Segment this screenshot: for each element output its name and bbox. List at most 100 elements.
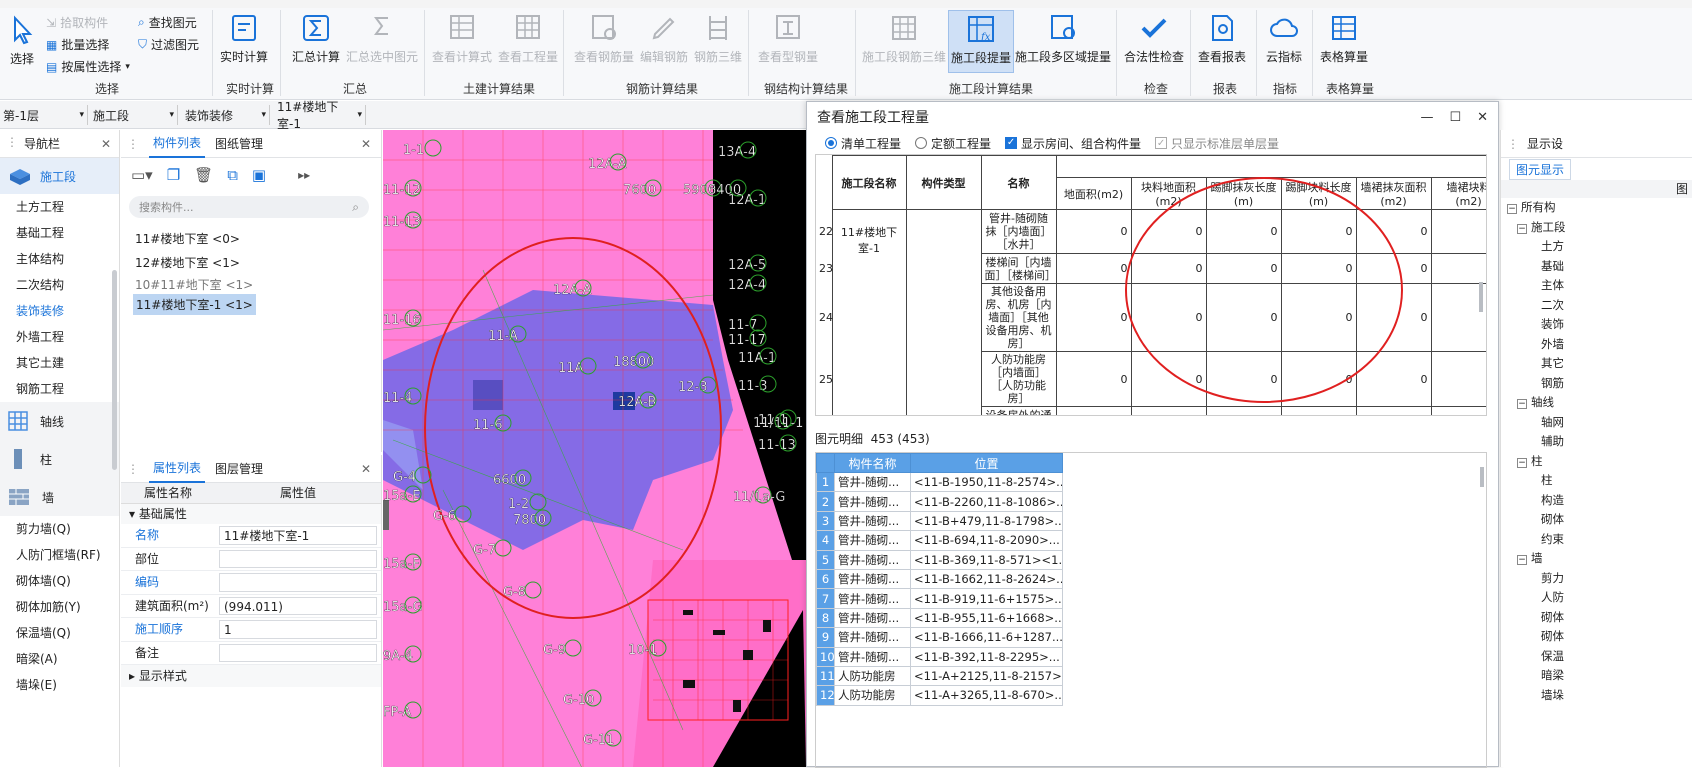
segment-quantity-button[interactable]: fx 施工段提量 [948, 10, 1015, 73]
nav-item-foundation[interactable]: 基础工程 [0, 220, 119, 246]
tree-item[interactable]: 轴网 [1507, 413, 1692, 433]
detail-row[interactable]: 8 管井-随砌... <11-B-955,11-6+1668>... [816, 607, 1063, 629]
close-icon[interactable]: ✕ [1477, 110, 1488, 125]
collapse-icon[interactable]: − [1517, 223, 1527, 234]
nav-item-other-civil[interactable]: 其它土建 [0, 350, 119, 376]
tab-component-list[interactable]: 构件列表 [149, 129, 206, 158]
detail-row[interactable]: 2 管井-随砌... <11-B-2260,11-8-1086>... [816, 491, 1063, 512]
close-icon[interactable]: ✕ [361, 137, 371, 151]
detail-row[interactable]: 4 管井-随砌... <11-B-694,11-8-2090>... [816, 530, 1063, 551]
view-formula-button[interactable]: 查看计算式 [432, 12, 492, 65]
filter-element-button[interactable]: ⛉ 过滤图元 [138, 36, 199, 53]
close-icon[interactable]: ✕ [361, 462, 371, 476]
edit-rebar-button[interactable]: 编辑钢筋 [640, 12, 688, 65]
list-item-selected[interactable]: 11#楼地下室-1 <1> [133, 294, 256, 315]
nav-item-earthwork[interactable]: 土方工程 [0, 194, 119, 220]
rebar-3d-button[interactable]: 钢筋三维 [694, 12, 742, 65]
tree-item[interactable]: 剪力 [1507, 569, 1692, 589]
layer-icon[interactable]: ▣ [252, 166, 266, 184]
tree-item[interactable]: 砌体 [1507, 608, 1692, 628]
tree-item[interactable]: 人防 [1507, 588, 1692, 608]
view-steel-button[interactable]: 查看型钢量 [758, 12, 818, 65]
category-dropdown[interactable]: 施工段 ▾ [90, 105, 178, 125]
select-button[interactable]: 选择 [6, 14, 38, 67]
detail-row[interactable]: 1 管井-随砌... <11-B-1950,11-8-2574>... [816, 471, 1063, 493]
nav-item-wall-pier[interactable]: 墙垛(E) [0, 672, 119, 698]
nav-item-rebar[interactable]: 钢筋工程 [0, 376, 119, 402]
section-basic[interactable]: ▾ 基础属性 [121, 504, 381, 524]
segment-multi-area-button[interactable]: 施工段多区域提量 [1015, 12, 1111, 65]
floor-dropdown[interactable]: 第-1层 ▾ [0, 105, 88, 125]
delete-icon[interactable]: 🗑 [194, 166, 213, 184]
nav-item-axis[interactable]: 轴线 [0, 402, 119, 440]
batch-select-button[interactable]: ▦ 批量选择 [46, 36, 109, 53]
tab-property-list[interactable]: 属性列表 [149, 454, 206, 483]
collapse-icon[interactable]: − [1517, 555, 1527, 565]
nav-item-main-structure[interactable]: 主体结构 [0, 246, 119, 272]
view-rebar-button[interactable]: 查看钢筋量 [574, 12, 634, 65]
cloud-index-button[interactable]: 云指标 [1266, 12, 1302, 65]
tree-item[interactable]: − 墙 [1507, 549, 1692, 569]
drawing-canvas[interactable]: 1-1 13A-4 12A-1 12A-A 7600 5900 6400 11-12 11-13… [383, 130, 806, 767]
nav-item-masonry-wall[interactable]: 砌体墙(Q) [0, 568, 119, 594]
detail-row[interactable]: 11 人防功能房 <11-A+2125,11-8-2157> [816, 665, 1063, 687]
view-report-button[interactable]: 查看报表 [1198, 12, 1246, 65]
tree-item[interactable]: 钢筋 [1507, 374, 1692, 394]
component-search[interactable]: 搜索构件... ⌕ [129, 196, 369, 218]
nav-item-exterior-wall[interactable]: 外墙工程 [0, 324, 119, 350]
nav-item-wall[interactable]: 墙 [0, 478, 119, 516]
more-icon[interactable]: ▸▸ [298, 168, 310, 182]
pick-component-button[interactable]: ⇲ 拾取构件 [46, 14, 108, 31]
property-value-field[interactable]: 11#楼地下室-1 [219, 526, 377, 545]
tree-item[interactable]: 其它 [1507, 354, 1692, 374]
nav-item-decoration[interactable]: 装饰装修 [0, 298, 119, 324]
select-by-attr-button[interactable]: ▤ 按属性选择 ▾ [46, 58, 130, 75]
floor-plan-drawing[interactable]: 1-1 13A-412A-112A-A7600 5900640011-1211-13… [383, 130, 806, 767]
table-calc-button[interactable]: 表格算量 [1320, 12, 1368, 65]
detail-row[interactable]: 9 管井-随砌... <11-B-1666,11-6+1287... [816, 627, 1063, 648]
list-item[interactable]: 11#楼地下室 <0> [135, 230, 240, 247]
tree-item[interactable]: 外墙 [1507, 335, 1692, 355]
nav-item-hidden-beam[interactable]: 暗梁(A) [0, 646, 119, 672]
tab-drawing-management[interactable]: 图纸管理 [215, 135, 263, 152]
segment-rebar-3d-button[interactable]: 施工段钢筋三维 [862, 12, 946, 65]
section-display[interactable]: ▸ 显示样式 [121, 665, 381, 687]
detail-row[interactable]: 12 人防功能房 <11-A+3265,11-8-670>... [816, 685, 1063, 706]
nav-item-secondary[interactable]: 二次结构 [0, 272, 119, 298]
canvas-collapse-handle[interactable] [383, 500, 389, 530]
find-element-button[interactable]: ⌕ 查找图元 [138, 14, 197, 31]
tree-item[interactable]: 暗梁 [1507, 666, 1692, 686]
nav-item-insulation-wall[interactable]: 保温墙(Q) [0, 620, 119, 646]
tree-item[interactable]: − 施工段 [1507, 218, 1692, 238]
collapse-icon[interactable]: − [1517, 457, 1527, 468]
tree-item[interactable]: 砌体 [1507, 627, 1692, 647]
detail-row[interactable]: 6 管井-随砌... <11-B-1662,11-8-2624>... [816, 568, 1063, 590]
list-item[interactable]: 10#11#地下室 <1> [135, 276, 253, 293]
tab-layer-management[interactable]: 图层管理 [215, 460, 263, 477]
radio-qty-list[interactable]: 清单工程量 [825, 135, 901, 152]
nav-scrollbar[interactable] [112, 270, 117, 470]
detail-row[interactable]: 7 管井-随砌... <11-B-919,11-6+1575>... [816, 588, 1063, 609]
tree-item[interactable]: − 轴线 [1507, 393, 1692, 413]
tree-item[interactable]: 辅助 [1507, 432, 1692, 452]
tree-item[interactable]: 墙垛 [1507, 686, 1692, 706]
nav-item-segment[interactable]: 施工段 [0, 158, 119, 194]
property-value-field[interactable]: 1 [219, 620, 377, 639]
tree-item[interactable]: 约束 [1507, 530, 1692, 550]
tree-item[interactable]: 构造 [1507, 491, 1692, 511]
property-value-field[interactable] [219, 573, 377, 592]
summary-calc-button[interactable]: 汇总计算 [292, 12, 340, 65]
maximize-icon[interactable]: ☐ [1449, 110, 1461, 125]
tree-item[interactable]: 主体 [1507, 276, 1692, 296]
nav-item-masonry-rebar[interactable]: 砌体加筋(Y) [0, 594, 119, 620]
tree-item[interactable]: 砌体 [1507, 510, 1692, 530]
realtime-calc-button[interactable]: 实时计算 [220, 12, 268, 65]
property-value-field[interactable] [219, 643, 377, 662]
detail-row[interactable]: 5 管井-随砌... <11-B-369,11-8-571><1... [816, 549, 1063, 570]
collapse-icon[interactable]: − [1507, 204, 1517, 214]
minimize-icon[interactable]: — [1420, 110, 1433, 125]
copy-icon[interactable]: ❐ [167, 166, 180, 184]
tree-item[interactable]: 二次 [1507, 296, 1692, 316]
tab-element-display[interactable]: 图元显示 [1509, 158, 1572, 180]
radio-quota[interactable]: 定额工程量 [915, 135, 991, 152]
